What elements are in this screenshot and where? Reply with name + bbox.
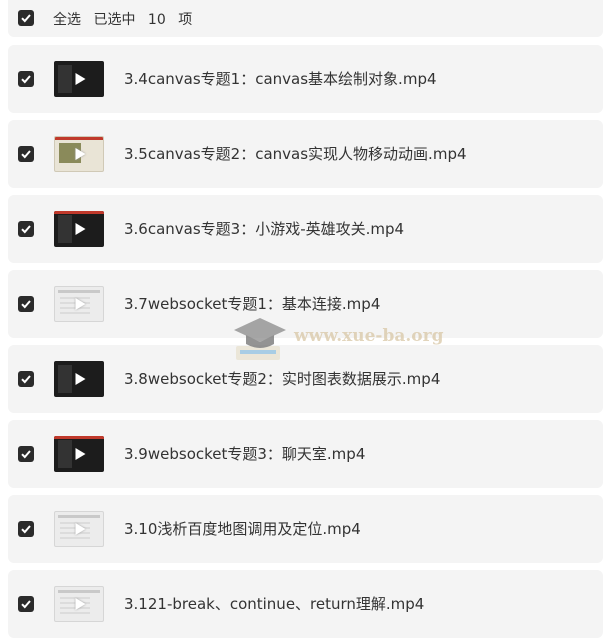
- checkmark-icon: [21, 150, 31, 159]
- file-checkbox[interactable]: [18, 521, 34, 537]
- play-icon: [75, 148, 86, 160]
- file-checkbox[interactable]: [18, 71, 34, 87]
- checkmark-icon: [21, 225, 31, 234]
- checkmark-icon: [21, 300, 31, 309]
- checkmark-icon: [21, 14, 31, 23]
- file-row[interactable]: 3.121-break、continue、return理解.mp4: [8, 570, 603, 638]
- video-thumbnail[interactable]: [54, 61, 104, 97]
- video-thumbnail[interactable]: [54, 286, 104, 322]
- selected-count: 10: [147, 12, 166, 28]
- file-checkbox[interactable]: [18, 296, 34, 312]
- watermark-text: www.xue-ba.org: [294, 326, 444, 346]
- file-title[interactable]: 3.9websocket专题3：聊天室.mp4: [124, 443, 365, 464]
- graduation-cap-icon: [234, 318, 286, 360]
- video-thumbnail[interactable]: [54, 436, 104, 472]
- play-icon: [75, 73, 86, 85]
- play-icon: [75, 373, 86, 385]
- video-thumbnail[interactable]: [54, 511, 104, 547]
- file-row[interactable]: 3.4canvas专题1：canvas基本绘制对象.mp4: [8, 45, 603, 113]
- checkmark-icon: [21, 600, 31, 609]
- file-title[interactable]: 3.5canvas专题2：canvas实现人物移动动画.mp4: [124, 143, 467, 164]
- selected-suffix: 项: [178, 12, 193, 28]
- video-thumbnail[interactable]: [54, 361, 104, 397]
- video-thumbnail[interactable]: [54, 136, 104, 172]
- checkmark-icon: [21, 375, 31, 384]
- file-row[interactable]: 3.6canvas专题3：小游戏-英雄攻关.mp4: [8, 195, 603, 263]
- video-thumbnail[interactable]: [54, 211, 104, 247]
- video-thumbnail[interactable]: [54, 586, 104, 622]
- checkmark-icon: [21, 525, 31, 534]
- selection-summary: 全选 已选中 10 项: [53, 9, 200, 29]
- watermark: www.xue-ba.org: [230, 312, 444, 372]
- selected-prefix: 已选中: [93, 12, 136, 28]
- play-icon: [75, 598, 86, 610]
- file-title[interactable]: 3.4canvas专题1：canvas基本绘制对象.mp4: [124, 68, 437, 89]
- file-title[interactable]: 3.6canvas专题3：小游戏-英雄攻关.mp4: [124, 218, 404, 239]
- file-title[interactable]: 3.10浅析百度地图调用及定位.mp4: [124, 518, 361, 539]
- file-row[interactable]: 3.9websocket专题3：聊天室.mp4: [8, 420, 603, 488]
- select-all-label[interactable]: 全选: [53, 12, 81, 28]
- file-checkbox[interactable]: [18, 221, 34, 237]
- file-title[interactable]: 3.7websocket专题1：基本连接.mp4: [124, 293, 380, 314]
- checkmark-icon: [21, 450, 31, 459]
- select-all-bar: 全选 已选中 10 项: [8, 0, 603, 37]
- file-checkbox[interactable]: [18, 371, 34, 387]
- select-all-checkbox[interactable]: [18, 10, 34, 26]
- play-icon: [75, 448, 86, 460]
- file-checkbox[interactable]: [18, 446, 34, 462]
- file-row[interactable]: 3.10浅析百度地图调用及定位.mp4: [8, 495, 603, 563]
- file-checkbox[interactable]: [18, 596, 34, 612]
- checkmark-icon: [21, 75, 31, 84]
- file-title[interactable]: 3.121-break、continue、return理解.mp4: [124, 593, 424, 614]
- play-icon: [75, 298, 86, 310]
- play-icon: [75, 523, 86, 535]
- file-row[interactable]: 3.5canvas专题2：canvas实现人物移动动画.mp4: [8, 120, 603, 188]
- play-icon: [75, 223, 86, 235]
- file-checkbox[interactable]: [18, 146, 34, 162]
